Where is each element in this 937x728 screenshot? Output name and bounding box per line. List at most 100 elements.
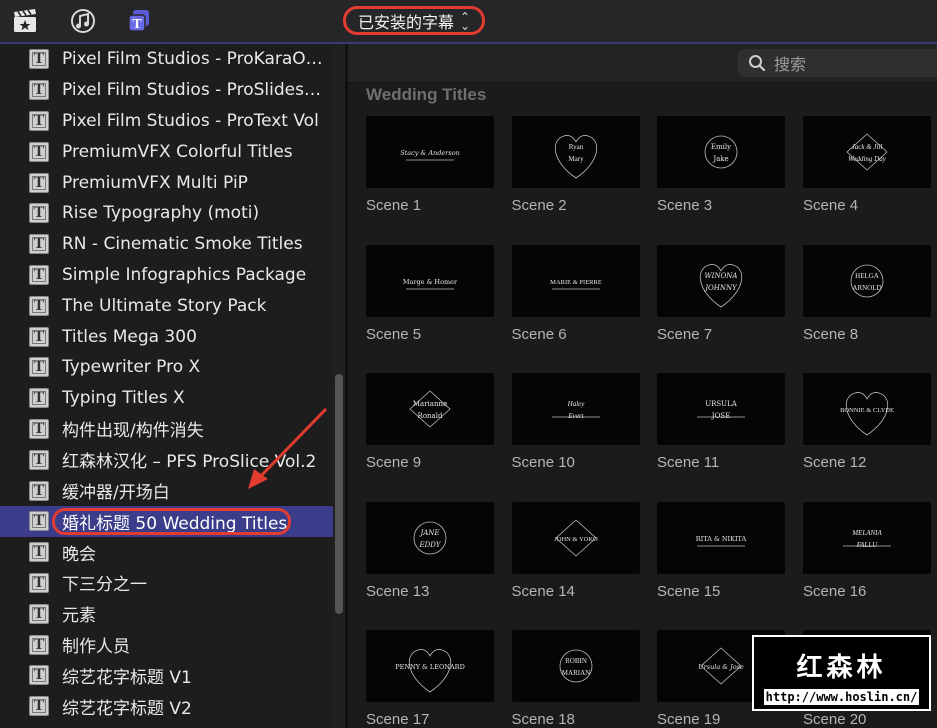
thumbnail-title-text: Jake [712,155,728,163]
title-t-icon: T [29,665,49,686]
top-toolbar: T 已安装的字幕 ⌃ ⌃ [0,0,937,43]
sidebar-item[interactable]: T 构件出现/构件消失 [0,414,333,445]
scene-card[interactable]: Ryan Mary Scene 2 [511,116,640,214]
sidebar-item[interactable]: T Pixel Film Studios - ProSlideshow [0,75,333,106]
svg-text:T: T [132,17,142,32]
scene-thumbnail: Ryan Mary [511,116,640,188]
scene-thumbnail: Haley Evert [511,373,640,445]
scene-caption: Scene 13 [366,582,430,600]
library-dropdown[interactable]: 已安装的字幕 ⌃ ⌃ [343,6,485,35]
sidebar-item[interactable]: T RN - Cinematic Smoke Titles [0,229,333,260]
scene-card[interactable]: ROBIN MARIAN Scene 18 [511,630,640,728]
sidebar-item[interactable]: T 下三分之一 [0,568,333,599]
search-placeholder: 搜索 [774,55,807,74]
sidebar-list: T Pixel Film Studios - ProKaraOKE T Pixel … [0,44,333,722]
sidebar-item[interactable]: T PremiumVFX Colorful Titles [0,136,333,167]
sidebar-item[interactable]: T 综艺花字标题 V2 [0,691,333,722]
thumbnail-title-text: Mary [568,155,584,163]
titles-sidebar: T Pixel Film Studios - ProKaraOKE T Pixel … [0,44,345,728]
scene-card[interactable]: Emily Jake Scene 3 [657,116,785,214]
thumbnail-title-text: JANE [418,529,439,537]
sidebar-item[interactable]: T 缓冲器/开场白 [0,475,333,506]
sidebar-item[interactable]: T 制作人员 [0,629,333,660]
title-t-icon: T [29,542,49,563]
sidebar-item-label: 晚会 [62,544,96,565]
sidebar-scrollbar[interactable] [335,374,343,614]
title-t-icon: T [29,603,49,624]
scene-thumbnail: HELGA ARNOLD [803,244,931,317]
scene-card[interactable]: HELGA ARNOLD Scene 8 [803,244,931,343]
title-t-icon: T [29,511,49,532]
sidebar-item[interactable]: T Pixel Film Studios - ProKaraOKE [0,44,333,75]
scene-thumbnail: Marianne Ronald [366,373,494,445]
scene-card[interactable]: RITA & NIKITA Scene 15 [657,501,785,600]
scene-caption: Scene 11 [657,454,720,471]
scene-card[interactable]: MARIE & PIERRE Scene 6 [511,244,640,343]
titles-browser: 搜索 Wedding Titles Stacy & Anderson Scene … [348,44,937,728]
sidebar-item-label: RN - Cinematic Smoke Titles [62,234,303,255]
scene-card[interactable]: WINONA JOHNNY Scene 7 [657,244,785,343]
thumbnail-title-text: WINONA [704,272,737,280]
title-t-icon: T [29,388,49,409]
title-t-icon: T [29,634,49,655]
sidebar-item[interactable]: T PremiumVFX Multi PiP [0,167,333,198]
title-t-icon: T [29,234,49,255]
scene-thumbnail: Jack & Jill Wedding Day [803,116,931,188]
sidebar-item[interactable]: T 晚会 [0,537,333,568]
scene-thumbnail: RITA & NIKITA [657,501,785,574]
scene-card[interactable]: MELANIA FALLU Scene 16 [803,501,931,600]
scene-card[interactable]: BONNIE & CLYDE Scene 12 [803,373,931,471]
scene-caption: Scene 5 [366,325,422,343]
thumbnail-title-text: MARIE & PIERRE [550,279,602,286]
sidebar-item-label: 婚礼标题 50 Wedding Titles [62,513,288,534]
section-title: Wedding Titles [366,85,487,104]
music-note-icon[interactable] [70,8,96,34]
sidebar-item[interactable]: T Titles Mega 300 [0,321,333,352]
title-t-icon: T [29,80,49,101]
sidebar-item[interactable]: T 元素 [0,598,333,629]
thumbnail-ornament [413,521,447,554]
sidebar-item[interactable]: T 红森林汉化 – PFS ProSlice Vol.2 [0,444,333,475]
scene-caption: Scene 7 [657,325,713,343]
sidebar-item-selected[interactable]: T 婚礼标题 50 Wedding Titles [0,505,333,537]
sidebar-item[interactable]: T Pixel Film Studios - ProText Vol [0,106,333,137]
sidebar-item-label: Typing Titles X [62,388,185,409]
sidebar-item[interactable]: T 综艺花字标题 V1 [0,660,333,691]
scene-card[interactable]: Haley Evert Scene 10 [511,373,640,471]
scene-card[interactable]: Marianne Ronald Scene 9 [366,373,494,471]
scene-thumbnail: PENNY & LEONARD [366,630,494,702]
sidebar-item-label: Typewriter Pro X [62,357,201,378]
thumbnail-title-text: Ronald [418,412,443,420]
scene-caption: Scene 1 [366,197,422,214]
clapper-star-icon[interactable] [12,8,38,34]
updown-chevron-icon: ⌃ ⌃ [459,9,471,32]
scene-card[interactable]: Stacy & Anderson Scene 1 [366,116,494,214]
sidebar-item[interactable]: T Typewriter Pro X [0,352,333,383]
title-t-icon: T [29,172,49,193]
scene-thumbnail: JANE EDDY [366,501,494,574]
thumbnail-title-text: JOHNNY [703,284,738,292]
title-t-icon: T [29,480,49,501]
sidebar-item[interactable]: T The Ultimate Story Pack [0,290,333,321]
title-t-icon: T [29,357,49,378]
sidebar-item[interactable]: T Rise Typography (moti) [0,198,333,229]
thumbnail-title-text: MELANIA [851,529,882,537]
thumbnail-title-text: EDDY [419,541,442,549]
scene-caption: Scene 2 [511,197,567,214]
title-t-icon: T [29,110,49,131]
sidebar-item-label: 综艺花字标题 V1 [62,667,192,688]
scene-card[interactable]: Jack & Jill Wedding Day Scene 4 [803,116,931,214]
sidebar-item-label: Pixel Film Studios - ProKaraOKE [62,49,325,70]
scene-card[interactable]: JOHN & YOKO Scene 14 [511,501,640,600]
scene-card[interactable]: URSULA JOSE Scene 11 [657,373,785,471]
scene-card[interactable]: Marge & Homer Scene 5 [366,244,494,343]
sidebar-item-label: Rise Typography (moti) [62,203,260,224]
thumbnail-title-text: MARIAN [561,669,589,677]
titles-icon[interactable]: T [126,8,152,34]
sidebar-item[interactable]: T Simple Infographics Package [0,260,333,291]
search-input[interactable]: 搜索 [738,49,937,77]
thumbnail-title-text: ARNOLD [852,284,881,292]
scene-card[interactable]: PENNY & LEONARD Scene 17 [366,630,494,728]
sidebar-item[interactable]: T Typing Titles X [0,383,333,414]
scene-card[interactable]: JANE EDDY Scene 13 [366,501,494,600]
